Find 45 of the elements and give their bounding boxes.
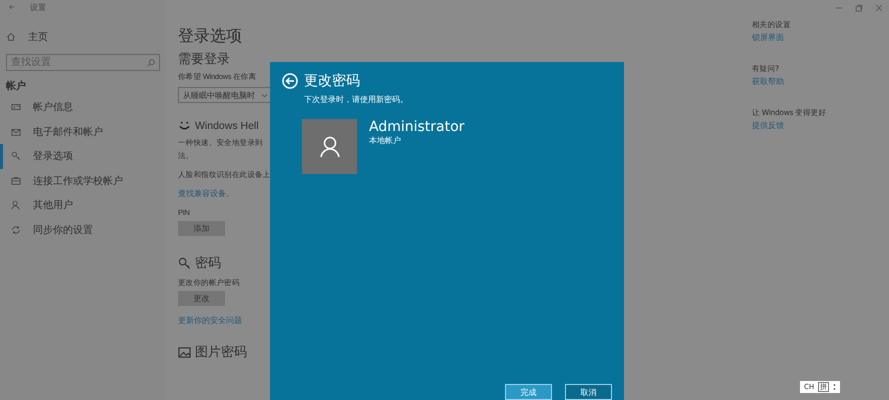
sidebar-item[interactable]: 电子邮件和帐户 [0, 120, 160, 144]
id-card-icon [11, 102, 21, 112]
related-link[interactable]: 获取帮助 [752, 75, 889, 88]
compatible-devices-link[interactable]: 查找兼容设备。 [178, 187, 234, 200]
sidebar-item[interactable]: 同步你的设置 [0, 218, 160, 242]
restore-icon[interactable] [855, 4, 863, 12]
sidebar-item[interactable]: 其他用户 [0, 193, 160, 218]
section-heading: 帐户 [6, 79, 27, 94]
window-title: 设置 [30, 2, 46, 12]
sidebar-item[interactable]: 连接工作或学校帐户 [0, 168, 160, 193]
dialog-title: 更改密码 [304, 72, 360, 90]
person-icon [320, 136, 340, 158]
chevron-icon [261, 92, 268, 98]
search-icon [146, 58, 156, 68]
signin-dropdown[interactable]: 从睡眠中唤醒电脑时 [178, 87, 270, 103]
key-icon [178, 256, 191, 270]
section-heading: 密码 [195, 254, 221, 272]
dialog-subtitle: 下次登录时，请使用新密码。 [304, 94, 409, 105]
page-title: 登录选项 [178, 26, 242, 47]
account-type: 本地帐户 [369, 135, 401, 146]
add-pin-button[interactable]: 添加 [178, 221, 225, 236]
smiley-icon [178, 119, 191, 132]
key-icon [11, 151, 21, 162]
briefcase-icon [11, 176, 21, 186]
close-icon[interactable] [875, 4, 883, 12]
related-link[interactable]: 锁屏界面 [752, 31, 889, 44]
sidebar-item[interactable]: 帐户信息 [0, 95, 160, 120]
more-icon [833, 383, 836, 391]
person-icon [11, 200, 21, 210]
home-icon [6, 32, 16, 42]
user-name: Administrator [369, 119, 464, 135]
image-icon [178, 346, 191, 358]
section-heading: 需要登录 [178, 50, 230, 68]
back-icon[interactable] [8, 3, 16, 11]
change-password-button[interactable]: 更改 [178, 291, 225, 306]
section-heading: 图片密码 [195, 343, 247, 361]
sidebar-item[interactable]: 登录选项 [0, 144, 160, 168]
sync-icon [11, 224, 21, 235]
finish-button[interactable]: 完成 [505, 384, 552, 400]
cancel-button[interactable]: 取消 [565, 384, 612, 400]
section-heading: Windows Hell [195, 120, 259, 132]
related-link[interactable]: 提供反馈 [752, 119, 889, 132]
home-item[interactable]: 主页 [6, 30, 160, 44]
mail-icon [11, 126, 21, 137]
security-questions-link[interactable]: 更新你的安全问题 [178, 314, 242, 327]
